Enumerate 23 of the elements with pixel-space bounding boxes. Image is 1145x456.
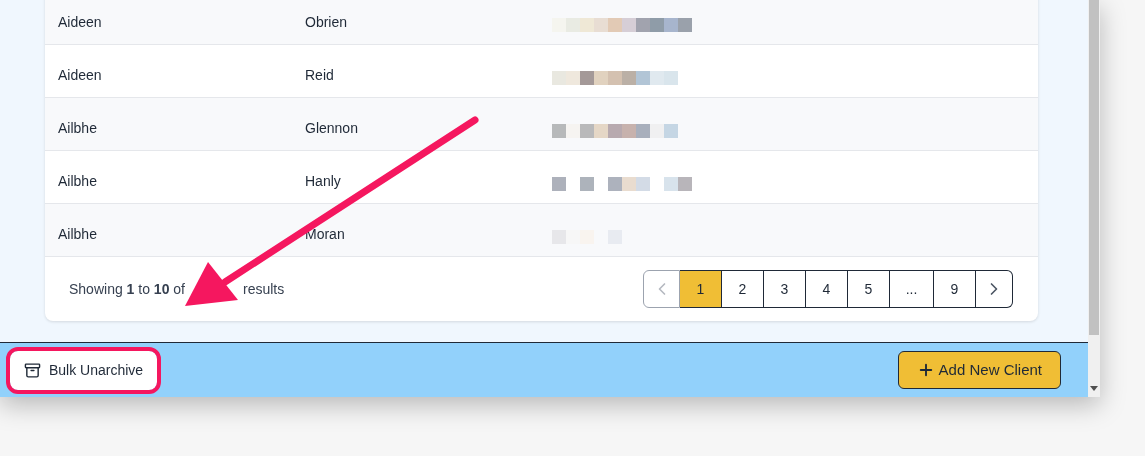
page-button[interactable]: 3 (764, 270, 806, 308)
results-label: results (243, 279, 285, 299)
table-cell-text: Ailbhe (57, 171, 98, 191)
archive-icon (24, 361, 41, 379)
page-button[interactable]: 2 (722, 270, 764, 308)
results-summary: Showing 1 to 10 of (69, 279, 185, 299)
add-client-button[interactable]: Add New Client (897, 351, 1061, 389)
scrollbar[interactable] (1088, 0, 1100, 397)
table-cell-text: Aideen (57, 65, 103, 85)
next-page-button[interactable] (976, 270, 1013, 308)
page-button[interactable]: ... (890, 270, 934, 308)
page-button[interactable]: 1 (680, 270, 722, 308)
scroll-down-icon[interactable] (1090, 386, 1098, 391)
table-cell-text: Aideen (57, 12, 103, 32)
table-cell-text: Hanly (304, 171, 342, 191)
page-button[interactable]: 4 (806, 270, 848, 308)
table-cell-text: Ailbhe (57, 224, 98, 244)
page-button[interactable]: 9 (934, 270, 976, 308)
page-button[interactable]: 5 (848, 270, 890, 308)
table-cell-text: Glennon (304, 118, 359, 138)
table-cell-text: Reid (304, 65, 335, 85)
table-cell-text: Obrien (304, 12, 349, 32)
table-cell-text: Ailbhe (57, 118, 98, 138)
